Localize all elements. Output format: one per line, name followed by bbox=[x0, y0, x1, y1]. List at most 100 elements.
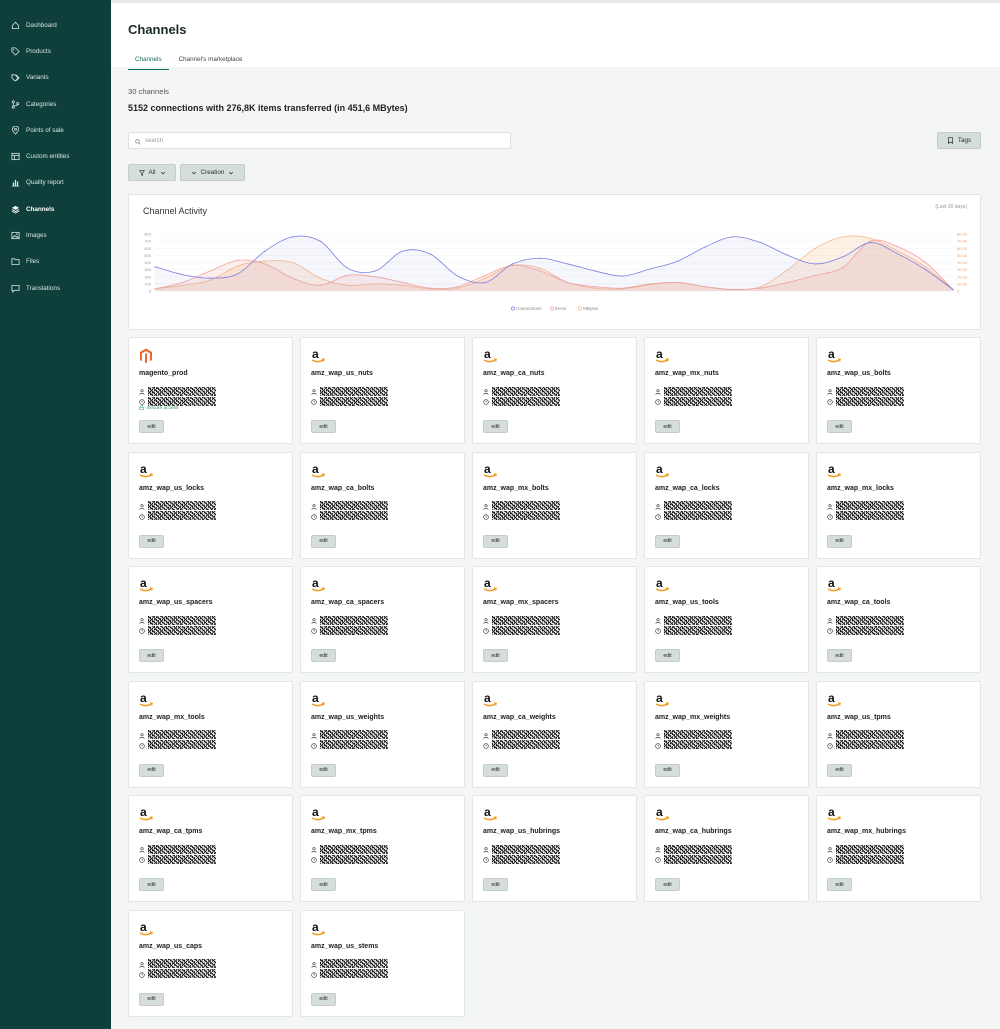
clock-icon bbox=[827, 507, 833, 525]
tag-icon bbox=[10, 46, 21, 57]
data-point-items bbox=[236, 259, 239, 261]
edit-button[interactable]: edit bbox=[655, 649, 680, 662]
sidebar-item-dashboard[interactable]: Dashboard bbox=[0, 12, 111, 38]
channel-card: a amz_wap_us_tpms edit bbox=[816, 680, 981, 788]
sidebar-item-points-of-sale[interactable]: Points of sale bbox=[0, 117, 111, 143]
data-point-mbytes bbox=[842, 236, 844, 238]
y-tick-label-right: 40.00 bbox=[957, 260, 968, 265]
channel-card: a amz_wap_ca_locks edit bbox=[644, 451, 809, 559]
edit-button[interactable]: edit bbox=[483, 878, 508, 891]
sidebar-item-variants[interactable]: Variants bbox=[0, 65, 111, 91]
edit-button[interactable]: edit bbox=[483, 534, 508, 548]
edit-button[interactable]: edit bbox=[655, 763, 680, 777]
legend-label: Items bbox=[555, 306, 567, 311]
folder-icon bbox=[10, 256, 21, 267]
amazon-logo: a bbox=[311, 462, 325, 479]
tags-button[interactable]: Tags bbox=[937, 132, 981, 149]
search-input[interactable] bbox=[145, 137, 485, 144]
clock-icon bbox=[311, 850, 317, 868]
channel-name: amz_wap_us_spacers bbox=[139, 599, 213, 606]
channel-date-row bbox=[139, 736, 216, 754]
edit-button[interactable]: edit bbox=[311, 878, 336, 891]
sidebar-item-channels[interactable]: Channels bbox=[0, 196, 111, 222]
svg-text:a: a bbox=[656, 348, 663, 361]
edit-button[interactable]: edit bbox=[139, 534, 164, 548]
edit-button[interactable]: edit bbox=[311, 649, 336, 662]
edit-button[interactable]: edit bbox=[655, 420, 680, 433]
edit-button[interactable]: edit bbox=[827, 649, 852, 662]
sidebar-item-translations[interactable]: Translations bbox=[0, 275, 111, 301]
sidebar-item-label: Quality report bbox=[26, 179, 64, 187]
amazon-logo: a bbox=[827, 691, 841, 708]
svg-text:a: a bbox=[140, 692, 147, 705]
edit-button[interactable]: edit bbox=[139, 878, 164, 891]
sidebar-item-label: Dashboard bbox=[26, 21, 57, 29]
data-point-connections bbox=[952, 288, 954, 291]
channel-card: a amz_wap_us_bolts edit bbox=[816, 337, 981, 444]
legend-marker bbox=[550, 306, 554, 311]
sidebar-item-custom-entities[interactable]: Custom entities bbox=[0, 143, 111, 169]
legend-label: Connections bbox=[516, 306, 542, 311]
sidebar-item-label: Channels bbox=[26, 205, 55, 213]
sidebar-item-files[interactable]: Files bbox=[0, 249, 111, 275]
clock-icon bbox=[655, 507, 661, 525]
redacted-date bbox=[492, 625, 560, 635]
bar-chart-icon bbox=[10, 177, 21, 188]
sidebar-item-categories[interactable]: Categories bbox=[0, 91, 111, 117]
channel-date-row bbox=[139, 850, 216, 868]
svg-text:a: a bbox=[312, 921, 319, 934]
channel-date-row bbox=[311, 965, 388, 983]
edit-button[interactable]: edit bbox=[139, 649, 164, 662]
channel-name: amz_wap_ca_tpms bbox=[139, 828, 203, 835]
edit-button[interactable]: edit bbox=[483, 649, 508, 662]
data-point-connections bbox=[732, 236, 734, 238]
edit-button[interactable]: edit bbox=[139, 992, 164, 1006]
clock-icon bbox=[827, 392, 833, 410]
edit-button[interactable]: edit bbox=[139, 763, 164, 777]
data-point-connections bbox=[567, 263, 569, 265]
svg-text:a: a bbox=[828, 692, 835, 705]
redacted-date bbox=[836, 625, 904, 635]
y-tick-label-right: 80.00 bbox=[957, 232, 968, 237]
edit-button[interactable]: edit bbox=[655, 534, 680, 548]
data-point-connections bbox=[897, 253, 899, 255]
channel-name: amz_wap_mx_tpms bbox=[311, 828, 377, 835]
channel-name: amz_wap_ca_hubrings bbox=[655, 828, 732, 835]
edit-button[interactable]: edit bbox=[483, 420, 508, 433]
edit-button[interactable]: edit bbox=[655, 878, 680, 891]
channel-card: a amz_wap_mx_locks edit bbox=[816, 451, 981, 559]
sidebar-item-quality-report[interactable]: Quality report bbox=[0, 170, 111, 196]
sidebar-item-label: Points of sale bbox=[26, 126, 64, 134]
edit-button[interactable]: edit bbox=[827, 878, 852, 891]
page-header: Channels Channels Channel's marketplace bbox=[111, 0, 1000, 70]
data-point-connections bbox=[704, 246, 706, 248]
sidebar-item-products[interactable]: Products bbox=[0, 38, 111, 64]
edit-button[interactable]: edit bbox=[827, 534, 852, 548]
data-point-connections bbox=[291, 236, 294, 238]
edit-button[interactable]: edit bbox=[483, 763, 508, 777]
sort-creation-dropdown[interactable]: Creation bbox=[180, 164, 245, 181]
edit-button[interactable]: edit bbox=[139, 420, 164, 433]
y-tick-label-right: 30.00 bbox=[957, 267, 968, 272]
edit-button[interactable]: edit bbox=[827, 420, 852, 433]
channel-card: a amz_wap_us_nuts edit bbox=[300, 337, 465, 444]
y-tick-label-right: 50.00 bbox=[957, 253, 968, 258]
data-point-items bbox=[924, 261, 927, 264]
redacted-date bbox=[664, 511, 732, 520]
edit-button[interactable]: edit bbox=[311, 534, 336, 548]
edit-button[interactable]: edit bbox=[311, 420, 336, 433]
amazon-logo: a bbox=[827, 805, 841, 822]
data-point-connections bbox=[869, 241, 872, 244]
channel-card: a amz_wap_ca_weights edit bbox=[472, 680, 637, 788]
filter-all-dropdown[interactable]: All bbox=[128, 164, 176, 181]
redacted-date bbox=[836, 396, 904, 406]
edit-button[interactable]: edit bbox=[311, 763, 336, 777]
channel-name: amz_wap_ca_bolts bbox=[311, 484, 375, 492]
channel-card: magento_prod Secure access edit bbox=[128, 337, 293, 444]
edit-button[interactable]: edit bbox=[311, 992, 336, 1006]
edit-button[interactable]: edit bbox=[827, 763, 852, 777]
amazon-logo: a bbox=[655, 805, 669, 822]
amazon-logo: a bbox=[483, 462, 497, 479]
search-box bbox=[128, 132, 511, 149]
sidebar-item-images[interactable]: Images bbox=[0, 222, 111, 248]
